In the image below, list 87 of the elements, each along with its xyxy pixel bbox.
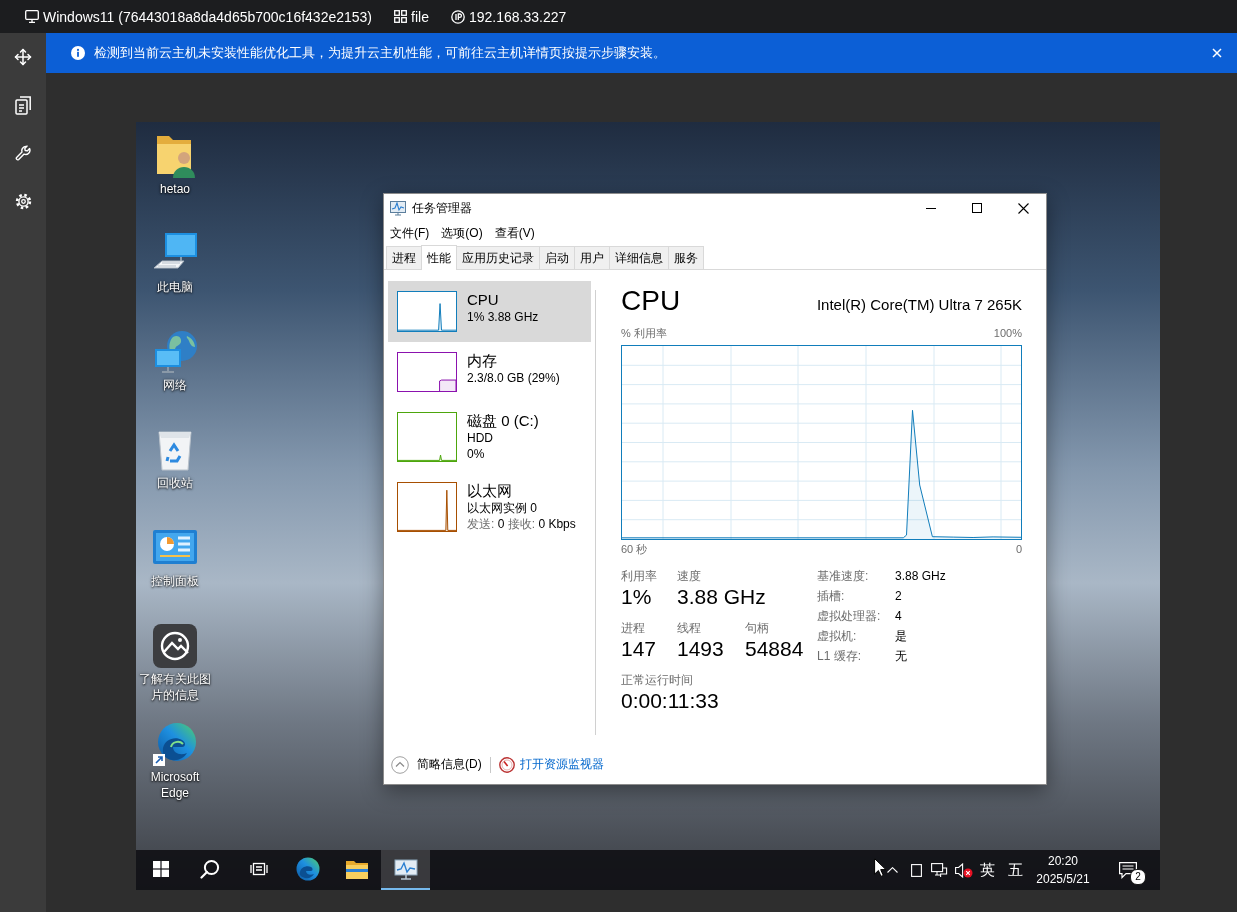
menu-item[interactable]: 选项(O)	[435, 223, 489, 244]
stat-label: 速度	[677, 568, 701, 584]
spec-label: 插槽:	[817, 588, 845, 605]
desktop-shortcut[interactable]: hetao	[137, 132, 213, 230]
stat-value: 1493	[677, 636, 724, 662]
stat-label: 正常运行时间	[621, 672, 693, 688]
tab[interactable]: 应用历史记录	[456, 246, 540, 269]
stat-label: 线程	[677, 620, 701, 636]
tab[interactable]: 服务	[668, 246, 704, 269]
resource-item[interactable]: CPU 1% 3.88 GHz	[388, 281, 591, 342]
stat-value: 0:00:11:33	[621, 688, 719, 714]
summary-toggle[interactable]: 简略信息(D)	[391, 755, 482, 774]
browser-icon	[151, 720, 199, 768]
tab[interactable]: 启动	[539, 246, 575, 269]
machine-name: Windows11 (76443018a8da4d65b700c16f432e2153)	[43, 8, 372, 25]
desktop-shortcut[interactable]: 了解有关此图片的信息	[137, 622, 213, 720]
axis-label: % 利用率	[621, 326, 667, 341]
detail-title: CPU	[621, 284, 681, 318]
spec-value: 4	[895, 608, 902, 625]
spec-label: 基准速度:	[817, 568, 869, 585]
gauge-icon	[498, 756, 515, 773]
spec-value: 是	[895, 628, 907, 645]
processor-model: Intel(R) Core(TM) Ultra 7 265K	[816, 296, 1022, 313]
tab[interactable]: 详细信息	[609, 246, 669, 269]
clock-button[interactable]: 20:20 2025/5/21	[1032, 850, 1094, 890]
info-icon	[71, 46, 85, 60]
chevron-up-circle-icon	[391, 755, 409, 774]
tab[interactable]: 性能	[421, 245, 457, 270]
chevron-up-icon	[886, 867, 898, 873]
monitor-icon	[25, 10, 39, 23]
stat-value: 54884	[745, 636, 804, 662]
menu-item[interactable]: 查看(V)	[488, 223, 541, 244]
close-icon	[1212, 48, 1222, 58]
ip-circle-icon	[450, 9, 465, 24]
desktop-shortcut[interactable]: 网络	[137, 328, 213, 426]
time-end-label: 0	[1015, 542, 1022, 557]
spec-value: 3.88 GHz	[895, 568, 946, 585]
notification-badge: 2	[1130, 869, 1146, 885]
stacked-windows-icon	[249, 861, 268, 877]
stat-label: 利用率	[621, 568, 657, 584]
desktop-shortcut[interactable]: 此电脑	[137, 230, 213, 328]
documents-icon	[14, 95, 32, 115]
speaker-muted-icon	[955, 862, 973, 878]
tab[interactable]: 用户	[574, 246, 610, 269]
network-icon	[931, 862, 949, 878]
stat-label: 进程	[621, 620, 645, 636]
monitor-chart-icon	[390, 200, 406, 216]
four-panes-icon	[152, 861, 169, 877]
speech-bubble-icon	[1119, 861, 1137, 879]
stat-value: 1%	[621, 584, 652, 610]
folder-icon	[345, 859, 368, 879]
browser-icon	[295, 857, 320, 881]
wrench-icon	[14, 144, 32, 162]
close-icon	[1017, 202, 1029, 214]
stat-value: 147	[621, 636, 657, 662]
file-button[interactable]: file	[411, 8, 429, 25]
time-span-label: 60 秒	[621, 542, 648, 557]
spec-value: 2	[895, 588, 902, 605]
resource-monitor-link[interactable]: 打开资源监视器	[498, 756, 604, 773]
stat-label: 句柄	[745, 620, 769, 636]
tab[interactable]: 进程	[386, 246, 422, 269]
minimize-icon	[926, 207, 936, 209]
spec-label: 虚拟机:	[817, 628, 857, 645]
spec-value: 无	[895, 648, 907, 665]
mouse-pointer-icon	[874, 858, 886, 877]
close-button[interactable]	[1211, 47, 1223, 59]
desktop-shortcut[interactable]: Microsoft Edge	[137, 720, 213, 818]
maximize-icon	[972, 203, 982, 213]
notification-button[interactable]: 2	[1108, 850, 1148, 890]
picture-info-icon	[151, 622, 199, 670]
spec-label: 虚拟处理器:	[817, 608, 881, 625]
spec-label: L1 缓存:	[817, 648, 861, 665]
square-icon	[910, 863, 922, 877]
task-manager-button[interactable]	[381, 850, 430, 890]
move-icon	[14, 48, 32, 66]
search-icon	[199, 859, 220, 879]
input-language-button[interactable]: 英	[976, 850, 998, 890]
ime-mode-button[interactable]: 五	[1000, 850, 1030, 890]
settings-icon	[14, 192, 32, 210]
grid-icon	[394, 10, 407, 23]
stat-value: 3.88 GHz	[677, 584, 766, 610]
window-title: 任务管理器	[412, 199, 472, 217]
axis-max-label: 100%	[993, 326, 1022, 341]
notice-text: 检测到当前云主机未安装性能优化工具，为提升云主机性能，可前往云主机详情页按提示步骤安装。	[94, 44, 667, 62]
ip-address: 192.168.33.227	[468, 8, 567, 25]
monitor-chart-icon	[393, 858, 418, 880]
menu-item[interactable]: 文件(F)	[384, 223, 436, 244]
